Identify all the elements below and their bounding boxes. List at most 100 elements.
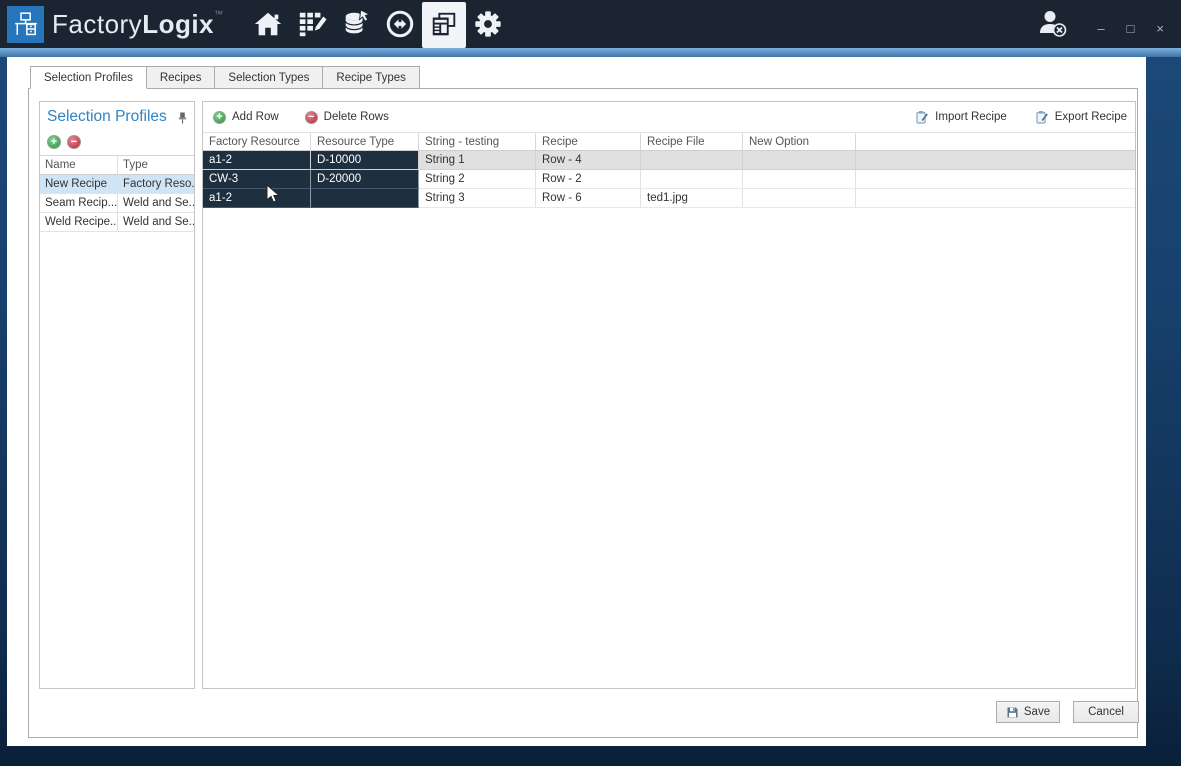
cell-new-option[interactable]: [743, 151, 856, 170]
profile-name: Weld Recipe...: [40, 213, 118, 231]
cell-factory-resource[interactable]: CW-3: [203, 170, 311, 189]
nav-navigator-button[interactable]: [378, 0, 422, 48]
cell-new-option[interactable]: [743, 170, 856, 189]
col-recipe[interactable]: Recipe: [536, 133, 641, 151]
col-recipe-file[interactable]: Recipe File: [641, 133, 743, 151]
documents-icon: [429, 10, 459, 40]
panel-title: Selection Profiles: [47, 108, 177, 126]
profile-type: Weld and Se...: [118, 213, 194, 231]
tab-content: Selection Profiles + − Name: [28, 88, 1138, 738]
tab-selection-profiles[interactable]: Selection Profiles: [30, 66, 147, 89]
tab-recipes[interactable]: Recipes: [147, 66, 216, 89]
profiles-list-header: Name Type: [40, 156, 194, 175]
cell-recipe-file[interactable]: [641, 170, 743, 189]
grid-row[interactable]: a1-2 D-10000 String 1 Row - 4: [203, 151, 1135, 170]
clipboard-export-icon: [1035, 110, 1049, 124]
panel-buttons: + −: [40, 128, 194, 155]
home-icon: [253, 9, 283, 39]
cell-factory-resource[interactable]: a1-2: [203, 151, 311, 170]
profile-row[interactable]: Seam Recip... Weld and Se...: [40, 194, 194, 213]
profile-row[interactable]: New Recipe Factory Reso...: [40, 175, 194, 194]
clipboard-import-icon: [915, 110, 929, 124]
circle-arrows-icon: [385, 9, 415, 39]
profiles-list: Name Type New Recipe Factory Reso... Sea…: [40, 155, 194, 232]
column-header-type[interactable]: Type: [118, 156, 194, 174]
cell-string-testing[interactable]: String 2: [419, 170, 536, 189]
profile-name: New Recipe: [40, 175, 118, 193]
cell-filler: [856, 151, 1135, 170]
trademark: ™: [214, 9, 224, 19]
save-button[interactable]: Save: [996, 701, 1060, 723]
titlebar-right: – □ ×: [1036, 0, 1181, 48]
app-logo: [7, 6, 44, 43]
close-button[interactable]: ×: [1153, 20, 1167, 37]
profile-row[interactable]: Weld Recipe... Weld and Se...: [40, 213, 194, 232]
minimize-button[interactable]: –: [1094, 20, 1107, 37]
cell-new-option[interactable]: [743, 189, 856, 208]
grid-row[interactable]: a1-2 String 3 Row - 6 ted1.jpg: [203, 189, 1135, 208]
cell-resource-type[interactable]: D-10000: [311, 151, 419, 170]
delete-rows-button[interactable]: − Delete Rows: [305, 111, 389, 124]
tab-selection-types[interactable]: Selection Types: [215, 66, 323, 89]
column-header-name[interactable]: Name: [40, 156, 118, 174]
nav-settings-button[interactable]: [466, 0, 510, 48]
cell-recipe-file[interactable]: [641, 151, 743, 170]
application-window: FactoryLogix™: [0, 0, 1181, 766]
accent-strip: [0, 48, 1181, 57]
brand-wordmark: FactoryLogix™: [52, 9, 224, 40]
title-bar: FactoryLogix™: [0, 0, 1181, 48]
selection-profiles-panel: Selection Profiles + − Name: [39, 101, 195, 689]
cancel-button[interactable]: Cancel: [1073, 701, 1139, 723]
col-new-option[interactable]: New Option: [743, 133, 856, 151]
pushpin-icon: [177, 111, 188, 125]
col-string-testing[interactable]: String - testing: [419, 133, 536, 151]
remove-profile-button[interactable]: −: [67, 135, 81, 149]
profile-name: Seam Recip...: [40, 194, 118, 212]
grid-pencil-icon: [297, 9, 327, 39]
cell-resource-type[interactable]: [311, 189, 419, 208]
user-logged-out-icon: [1036, 7, 1068, 39]
cell-filler: [856, 189, 1135, 208]
cancel-label: Cancel: [1088, 706, 1124, 718]
content-area: Selection Profiles Recipes Selection Typ…: [7, 57, 1146, 746]
cell-factory-resource[interactable]: a1-2: [203, 189, 311, 208]
col-resource-type[interactable]: Resource Type: [311, 133, 419, 151]
grid-row[interactable]: CW-3 D-20000 String 2 Row - 2: [203, 170, 1135, 189]
cell-filler: [856, 170, 1135, 189]
cell-resource-type[interactable]: D-20000: [311, 170, 419, 189]
nav-process-editor-button[interactable]: [290, 0, 334, 48]
maximize-button[interactable]: □: [1124, 20, 1138, 37]
plus-icon: +: [213, 111, 226, 124]
profile-type: Weld and Se...: [118, 194, 194, 212]
recipe-grid-panel: + Add Row − Delete Rows: [202, 101, 1136, 689]
database-icon: [341, 9, 371, 39]
add-row-button[interactable]: + Add Row: [213, 111, 279, 124]
main-nav-icons: [246, 0, 510, 48]
cell-string-testing[interactable]: String 1: [419, 151, 536, 170]
tab-recipe-types[interactable]: Recipe Types: [323, 66, 419, 89]
grid-header: Factory Resource Resource Type String - …: [203, 132, 1135, 151]
cell-recipe[interactable]: Row - 4: [536, 151, 641, 170]
export-recipe-button[interactable]: Export Recipe: [1035, 110, 1127, 124]
import-recipe-button[interactable]: Import Recipe: [915, 110, 1007, 124]
user-status-button[interactable]: [1036, 7, 1068, 42]
nav-materials-button[interactable]: [334, 0, 378, 48]
nav-documents-button[interactable]: [422, 2, 466, 48]
cell-string-testing[interactable]: String 3: [419, 189, 536, 208]
add-row-label: Add Row: [232, 111, 279, 123]
add-profile-button[interactable]: +: [47, 135, 61, 149]
tab-strip: Selection Profiles Recipes Selection Typ…: [30, 66, 420, 89]
cell-recipe[interactable]: Row - 2: [536, 170, 641, 189]
import-recipe-label: Import Recipe: [935, 111, 1007, 123]
col-filler: [856, 133, 1135, 151]
brand-light: Factory: [52, 9, 142, 39]
col-factory-resource[interactable]: Factory Resource: [203, 133, 311, 151]
floppy-disk-icon: [1006, 706, 1019, 719]
cell-recipe-file[interactable]: ted1.jpg: [641, 189, 743, 208]
grid-toolbar-right: Import Recipe Export Recipe: [915, 110, 1127, 124]
cell-recipe[interactable]: Row - 6: [536, 189, 641, 208]
delete-rows-label: Delete Rows: [324, 111, 389, 123]
nav-home-button[interactable]: [246, 0, 290, 48]
minus-icon: −: [305, 111, 318, 124]
pin-button[interactable]: [177, 111, 188, 128]
